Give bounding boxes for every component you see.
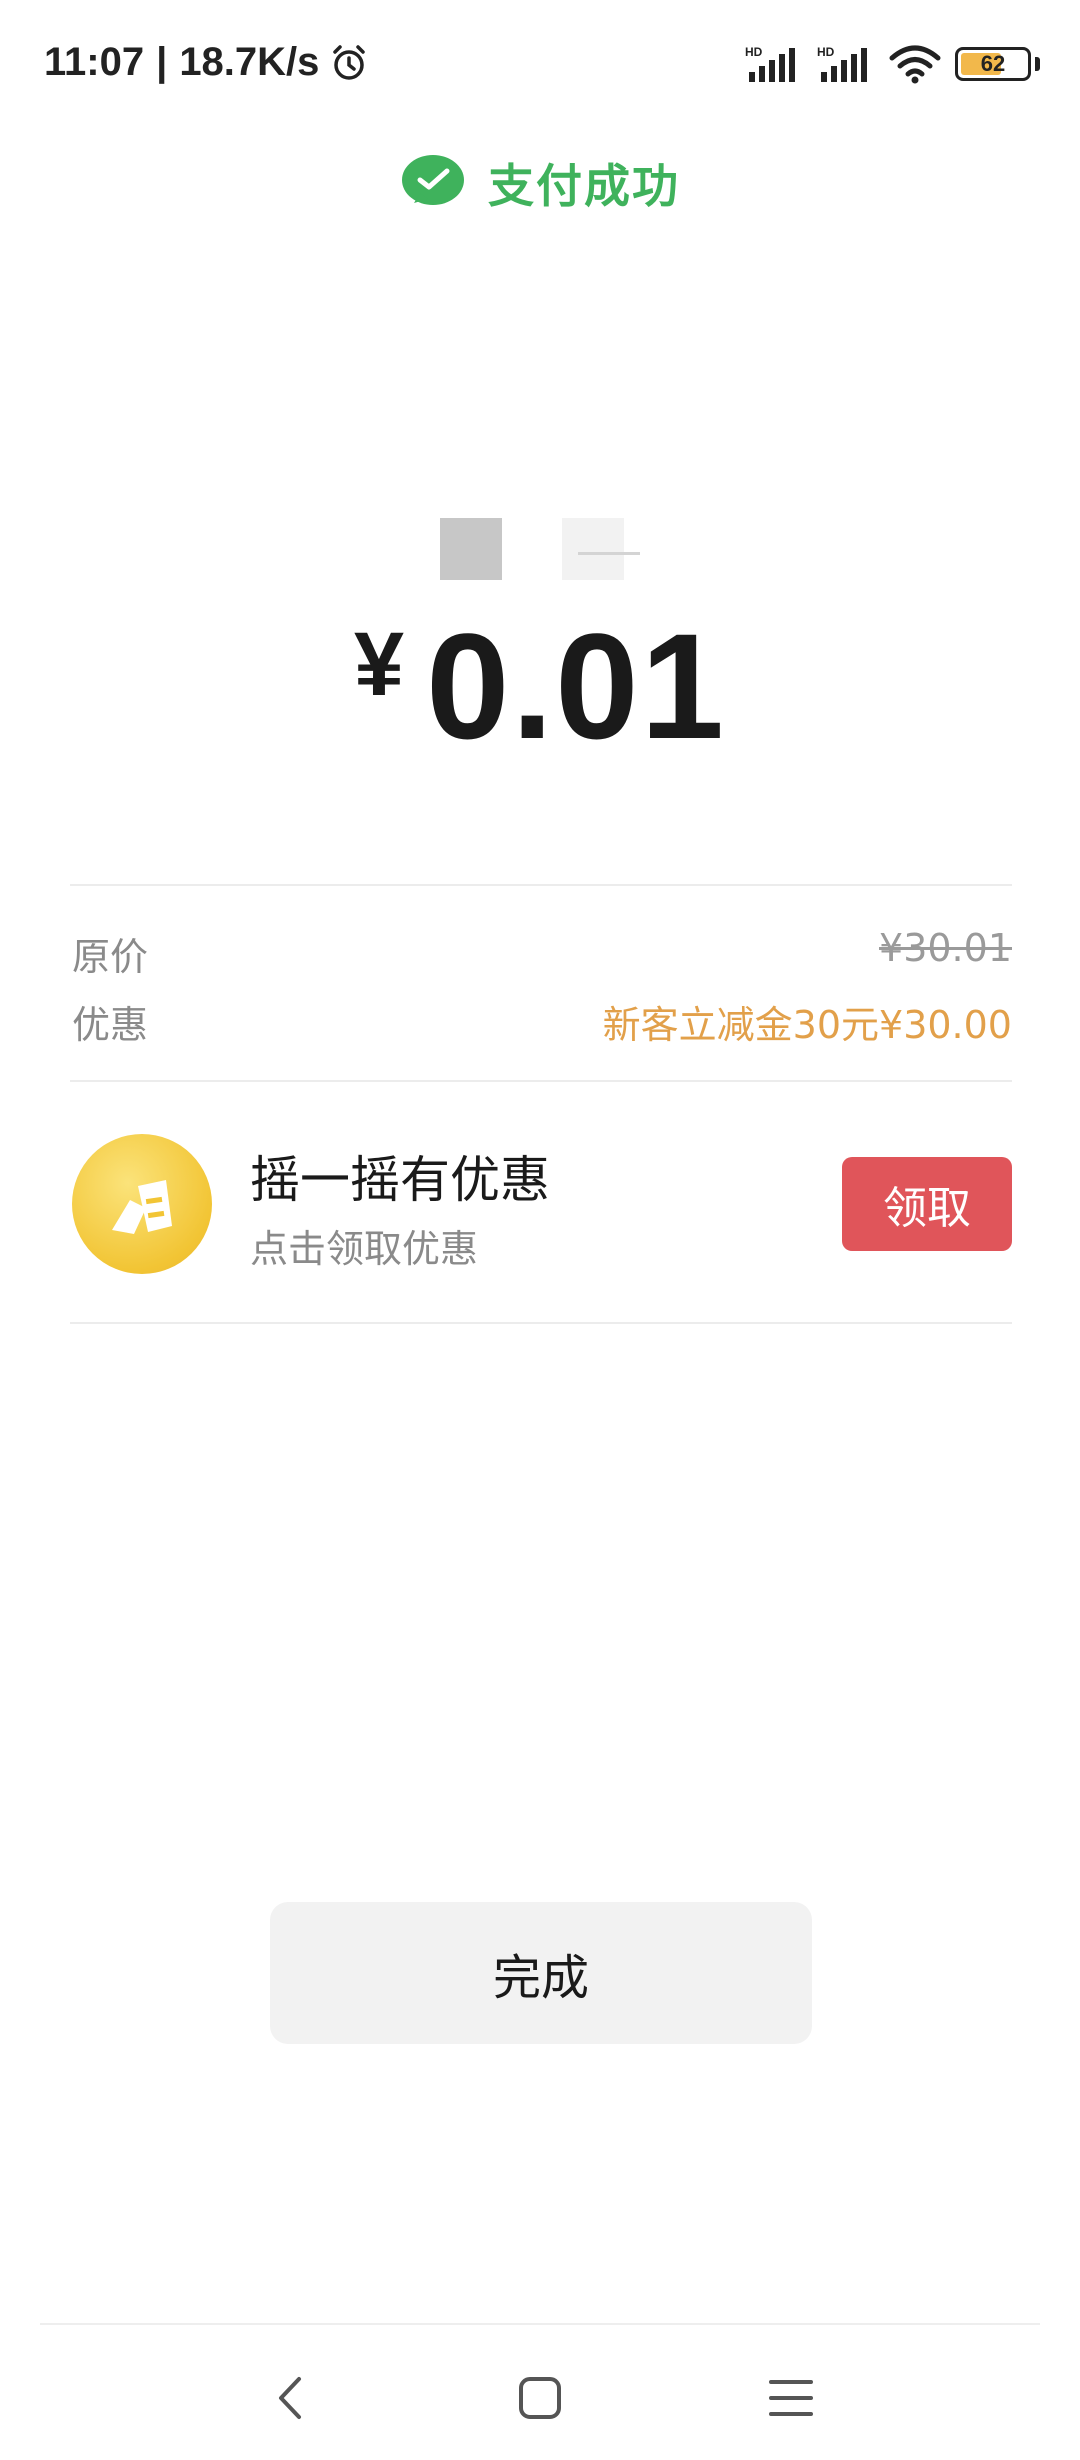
- wifi-icon: [889, 45, 941, 84]
- success-header: 支付成功: [0, 150, 1080, 216]
- currency-symbol: ¥: [353, 615, 405, 715]
- signal-2-label: HD: [817, 45, 835, 59]
- wechat-pay-check-icon: [402, 155, 464, 205]
- original-price-value: ¥30.01: [879, 926, 1012, 970]
- battery-icon: 62: [955, 47, 1031, 81]
- status-right: HD HD 62: [745, 44, 1040, 84]
- success-title: 支付成功: [488, 159, 680, 213]
- original-price-label: 原价: [72, 935, 149, 979]
- navigation-bar: [0, 2340, 1080, 2450]
- merchant-name-placeholder: [562, 518, 640, 580]
- status-separator: |: [156, 40, 168, 84]
- payment-success-page: 11:07 | 18.7K/s HD HD 62 支付成功 ¥ 0.01 原价 …: [0, 0, 1080, 2460]
- signal-icon: HD: [817, 45, 867, 82]
- claim-button[interactable]: 领取: [842, 1157, 1012, 1251]
- amount-value: 0.01: [426, 602, 726, 770]
- alarm-icon: [333, 44, 366, 80]
- battery-tip: [1035, 57, 1040, 71]
- payment-amount: ¥ 0.01: [0, 600, 1080, 773]
- discount-value: 新客立减金30元¥30.00: [602, 1003, 1012, 1047]
- signal-1-label: HD: [745, 45, 763, 59]
- status-bar: 11:07 | 18.7K/s HD HD 62: [0, 0, 1080, 130]
- ticket-glyph: [112, 1180, 172, 1234]
- nav-divider: [40, 2323, 1040, 2325]
- home-icon[interactable]: [505, 2368, 575, 2428]
- divider: [70, 1080, 1012, 1082]
- done-button[interactable]: 完成: [270, 1902, 812, 2044]
- promo-title[interactable]: 摇一摇有优惠: [250, 1140, 550, 1212]
- divider: [70, 1322, 1012, 1324]
- menu-icon[interactable]: [756, 2368, 826, 2428]
- merchant-logo: [440, 518, 640, 580]
- merchant-avatar: [440, 518, 502, 580]
- back-icon[interactable]: [256, 2368, 326, 2428]
- network-speed: 18.7K/s: [179, 40, 320, 84]
- coupon-icon[interactable]: [72, 1134, 212, 1274]
- original-price-row: 原价 ¥30.01: [72, 926, 1012, 981]
- signal-icon: HD: [745, 45, 795, 82]
- discount-label: 优惠: [72, 1003, 149, 1047]
- battery-level: 62: [980, 51, 1006, 76]
- discount-row: 优惠 新客立减金30元¥30.00: [72, 994, 1012, 1049]
- divider: [70, 884, 1012, 886]
- status-time: 11:07: [44, 40, 145, 84]
- status-left: 11:07 | 18.7K/s: [44, 40, 369, 85]
- promo-subtitle[interactable]: 点击领取优惠: [250, 1218, 478, 1273]
